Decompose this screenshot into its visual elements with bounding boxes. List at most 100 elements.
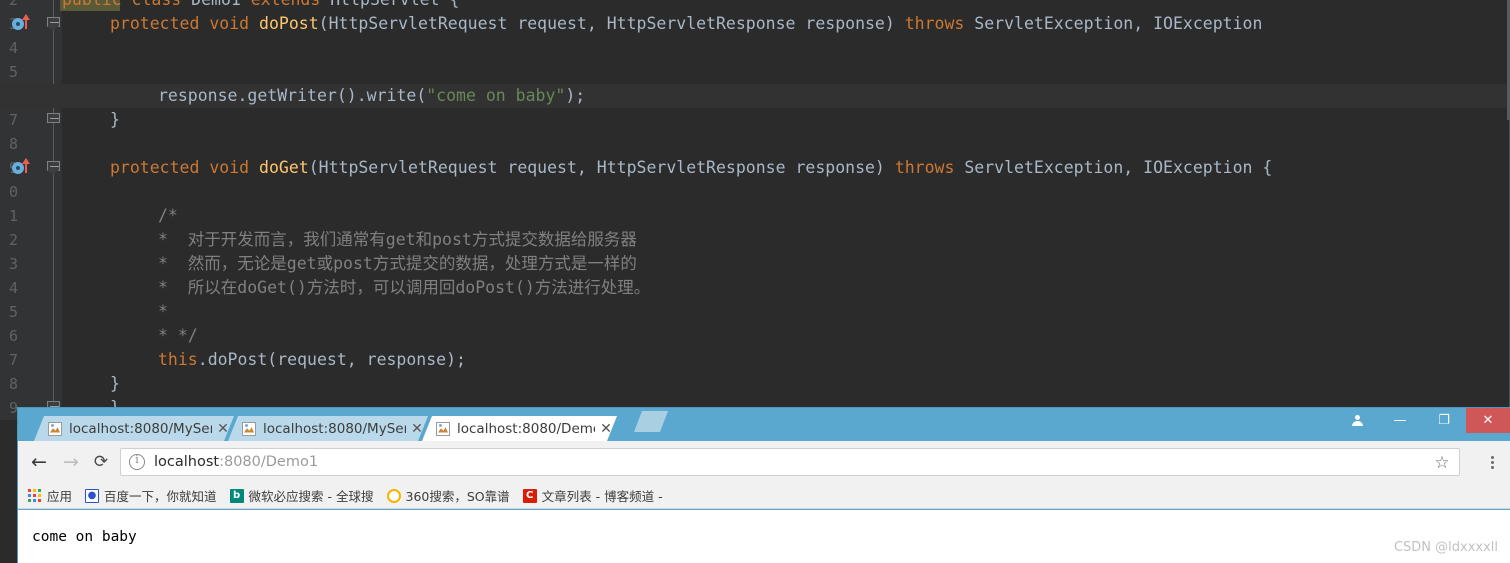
profile-avatar-button[interactable] (1337, 408, 1377, 433)
csdn-c-icon: C (522, 488, 537, 503)
bookmark-item[interactable]: C 文章列表 - 博客频道 - (522, 486, 663, 505)
code-token: throws (904, 14, 965, 33)
editor-code-line[interactable]: * 所以在doGet()方法时，可以调用回doPost()方法进行处理。 (158, 276, 650, 300)
address-bar[interactable]: localhost:8080/Demo1 ☆ (120, 448, 1460, 476)
tab-close-icon[interactable]: ✕ (212, 421, 234, 437)
code-token: doGet (259, 158, 309, 177)
bookmark-item[interactable]: b 微软必应搜索 - 全球搜 (229, 486, 374, 505)
apps-grid-icon (28, 489, 41, 502)
so360-icon (386, 488, 401, 503)
url-host: localhost (154, 454, 220, 470)
browser-title-bar[interactable]: localhost:8080/MyServ ✕ localhost:8080/MyS… (18, 408, 1510, 441)
code-token: void (209, 14, 250, 33)
code-token: (). (336, 86, 367, 105)
code-token: } (110, 110, 120, 129)
bookmarks-bar[interactable]: 应用 ● 百度一下，你就知道 b 微软必应搜索 - 全球搜 360搜索，SO靠谱 C 文章列表… (18, 483, 1510, 509)
code-token: (request, response); (267, 350, 466, 369)
bookmark-label: 微软必应搜索 - 全球搜 (248, 489, 374, 504)
editor-fold-column[interactable] (46, 0, 62, 420)
tab-close-icon[interactable]: ✕ (595, 421, 617, 437)
bookmark-item[interactable]: 应用 (28, 486, 72, 505)
editor-line-number: 5 (8, 303, 18, 321)
bookmark-item[interactable]: 360搜索，SO靠谱 (386, 486, 510, 505)
code-token: * 对于开发而言，我们通常有get和post方式提交数据给服务器 (158, 230, 637, 249)
code-token: * (158, 302, 168, 321)
grid-dot (38, 494, 41, 497)
code-token: this (158, 350, 198, 369)
editor-code-line[interactable]: } (110, 372, 120, 396)
bookmark-item[interactable]: ● 百度一下，你就知道 (85, 486, 217, 505)
maximize-button[interactable]: ❐ (1422, 408, 1466, 433)
code-token: throws (894, 158, 955, 177)
editor-line-number: 3 (8, 255, 18, 273)
bookmark-star-icon[interactable]: ☆ (1432, 453, 1452, 473)
editor-code-line[interactable]: * (158, 300, 168, 324)
implementing-method-marker-icon[interactable] (12, 12, 38, 36)
forward-button[interactable]: → (58, 449, 84, 475)
chrome-menu-icon[interactable] (1482, 452, 1502, 472)
page-content: come on baby CSDN @ldxxxxll (18, 510, 1510, 563)
code-token: getWriter (247, 86, 337, 105)
menu-dot (1490, 455, 1494, 459)
broken-image-favicon (242, 422, 256, 436)
browser-tab[interactable]: localhost:8080/MyServ ✕ (34, 416, 234, 441)
code-token: * 然而，无论是get或post方式提交的数据，处理方式是一样的 (158, 254, 637, 273)
editor-code-line[interactable]: this.doPost(request, response); (158, 348, 466, 372)
editor-line-number: 4 (8, 39, 18, 57)
code-token: response (158, 86, 238, 105)
site-info-icon[interactable] (129, 453, 145, 470)
browser-tab[interactable]: localhost:8080/MyServ ✕ (228, 416, 428, 441)
grid-dot (33, 499, 36, 502)
code-token: * */ (158, 326, 198, 345)
close-button[interactable]: ✕ (1466, 408, 1510, 433)
implementing-method-marker-icon[interactable] (12, 156, 38, 180)
fold-toggle-icon[interactable] (46, 160, 61, 175)
window-controls[interactable]: — ❐ ✕ (1378, 408, 1510, 433)
editor-code-line[interactable]: /* (158, 204, 178, 228)
tab-close-icon[interactable]: ✕ (406, 421, 428, 437)
up-arrow-icon (22, 14, 30, 29)
editor-code-line[interactable]: * */ (158, 324, 198, 348)
editor-code-line[interactable]: protected void doGet(HttpServletRequest … (110, 156, 1272, 180)
broken-image-favicon (48, 422, 62, 436)
chrome-browser-window: localhost:8080/MyServ ✕ localhost:8080/MyS… (18, 408, 1510, 563)
editor-line-number: 7 (8, 351, 18, 369)
minimize-button[interactable]: — (1378, 408, 1422, 433)
grid-dot (28, 489, 31, 492)
person-icon (1351, 415, 1363, 426)
code-token: void (209, 158, 250, 177)
fold-toggle-icon[interactable] (46, 112, 61, 127)
grid-dot (33, 494, 36, 497)
editor-code-line[interactable]: } (110, 108, 120, 132)
code-token: ServletException, IOException (974, 14, 1263, 33)
code-token: { (440, 0, 459, 9)
editor-code-area[interactable]: public class Demo1 extends HttpServlet {… (62, 0, 1510, 420)
grid-dot (28, 494, 31, 497)
editor-code-line[interactable]: * 然而，无论是get或post方式提交的数据，处理方式是一样的 (158, 252, 637, 276)
code-token: protected (110, 158, 200, 177)
code-token: ( (416, 86, 427, 105)
fold-toggle-icon[interactable] (46, 16, 61, 31)
grid-dot (38, 489, 41, 492)
tab-title: localhost:8080/MyServ (69, 420, 212, 437)
editor-code-line[interactable]: public class Demo1 extends HttpServlet { (62, 0, 459, 12)
code-token: ServletException, IOException { (964, 158, 1273, 177)
editor-code-line[interactable]: response.getWriter().write("come on baby… (158, 84, 585, 108)
reload-button[interactable]: ⟳ (88, 449, 114, 475)
browser-tab-strip[interactable]: localhost:8080/MyServ ✕ localhost:8080/MyS… (18, 416, 1510, 441)
menu-dot (1490, 460, 1494, 464)
code-token: "come on baby" (426, 86, 566, 105)
back-button[interactable]: ← (26, 449, 52, 475)
editor-code-line[interactable]: * 对于开发而言，我们通常有get和post方式提交数据给服务器 (158, 228, 637, 252)
code-token: extends (251, 0, 321, 9)
browser-tab-active[interactable]: localhost:8080/Demo1 ✕ (422, 416, 617, 441)
editor-code-line[interactable]: protected void doPost(HttpServletRequest… (110, 12, 1262, 36)
tab-title: localhost:8080/MyServ (263, 420, 406, 437)
code-token: * 所以在doGet()方法时，可以调用回doPost()方法进行处理。 (158, 278, 651, 297)
